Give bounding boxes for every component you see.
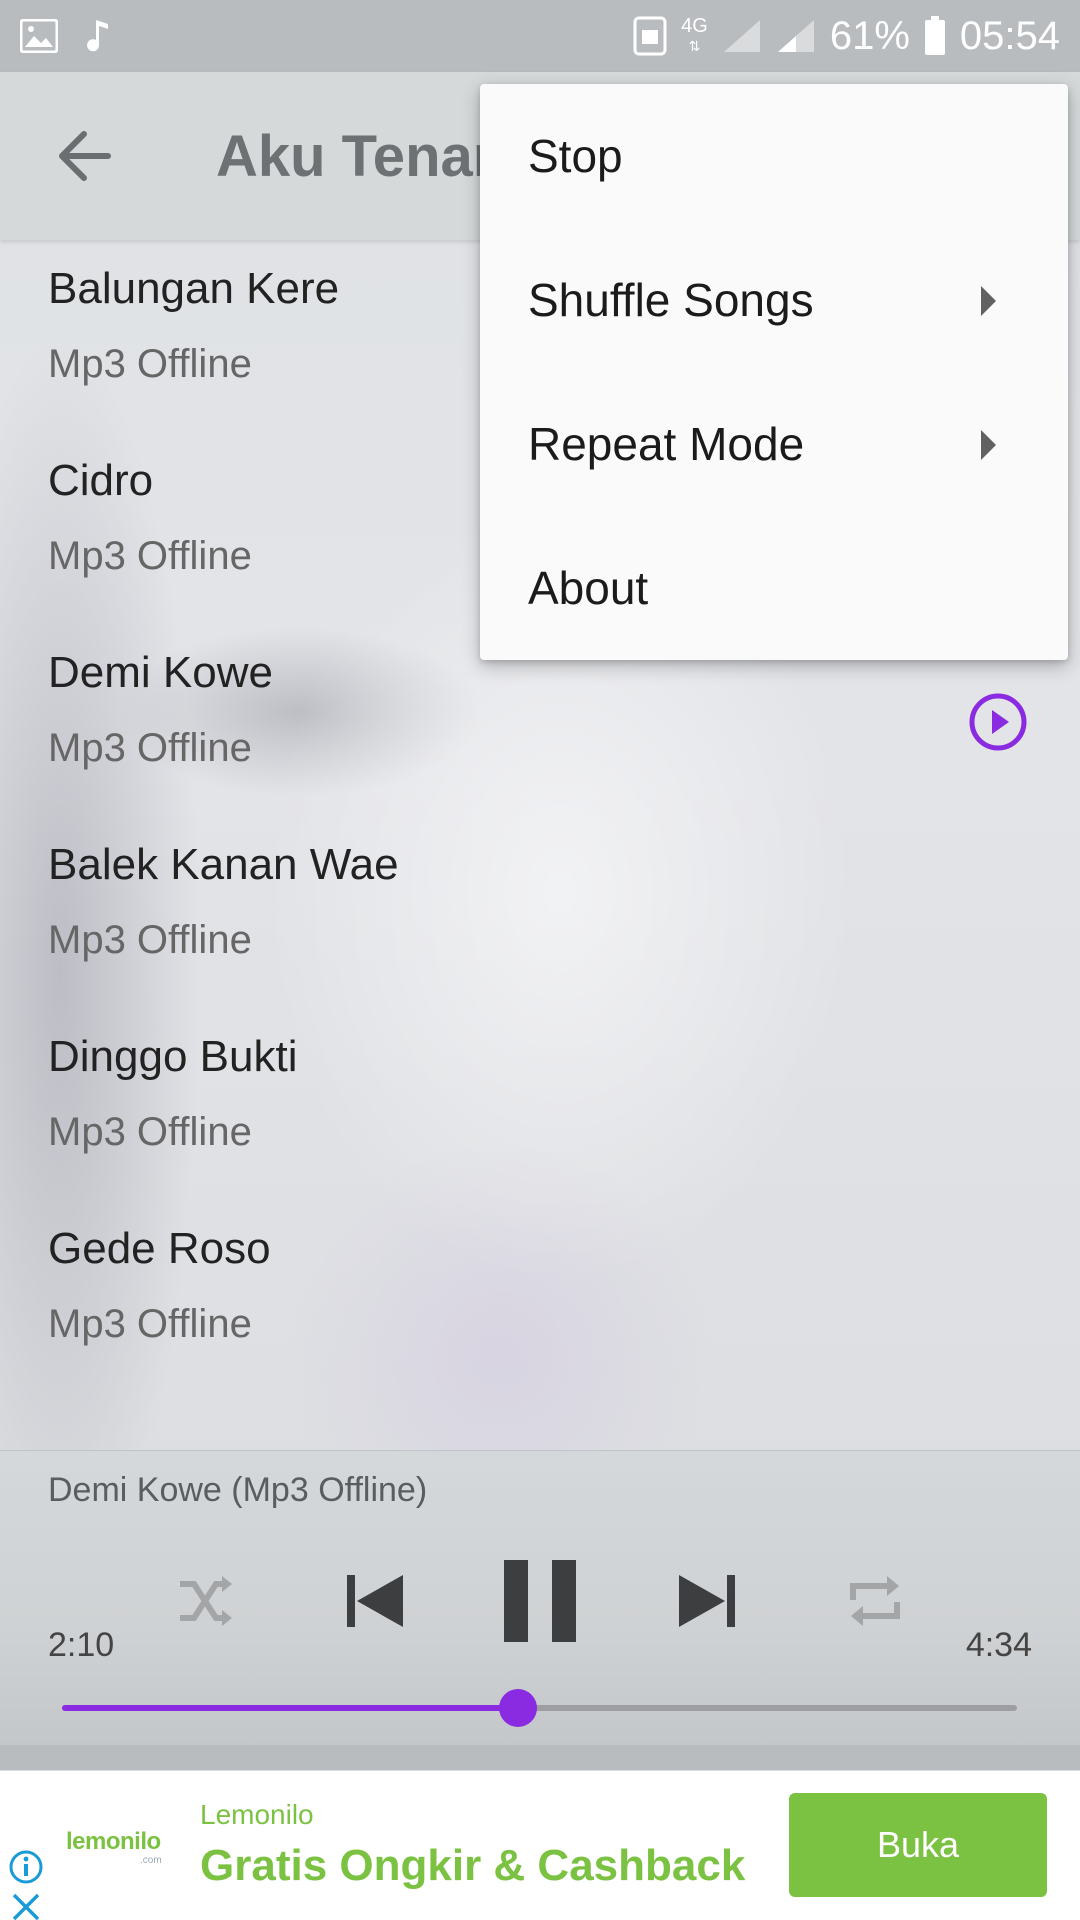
song-title: Gede Roso [48, 1224, 271, 1273]
close-icon[interactable] [10, 1891, 42, 1920]
status-bar: 4G ⇅ 61% 05:54 [0, 0, 1080, 72]
menu-item-repeat-mode[interactable]: Repeat Mode [480, 372, 1068, 516]
seek-progress [62, 1705, 518, 1711]
battery-percent: 61% [829, 13, 910, 58]
menu-item-stop[interactable]: Stop [480, 84, 1068, 228]
skip-next-button[interactable] [662, 1551, 752, 1651]
advertiser-logo: lemonilo [66, 1828, 161, 1855]
song-subtitle: Mp3 Offline [48, 534, 252, 578]
player-panel: Demi Kowe (Mp3 Offline) 2:10 4:34 [0, 1450, 1080, 1745]
song-title: Demi Kowe [48, 648, 273, 697]
4g-icon: 4G ⇅ [681, 15, 708, 54]
battery-icon [924, 16, 946, 56]
skip-next-icon [679, 1575, 735, 1627]
pause-icon [504, 1560, 576, 1642]
song-subtitle: Mp3 Offline [48, 918, 252, 962]
skip-previous-icon [347, 1575, 403, 1627]
advertiser-logo-suffix: .com [140, 1855, 162, 1866]
ad-banner[interactable]: lemonilo .com Lemonilo Gratis Ongkir & C… [0, 1770, 1080, 1920]
song-subtitle: Mp3 Offline [48, 342, 252, 386]
nfc-icon [633, 16, 667, 56]
network-type-label: 4G [681, 15, 708, 37]
overflow-menu: Stop Shuffle Songs Repeat Mode About [480, 84, 1068, 660]
song-title: Balek Kanan Wae [48, 840, 399, 889]
menu-item-label: Shuffle Songs [528, 274, 814, 326]
ad-open-button[interactable]: Buka [789, 1793, 1047, 1897]
menu-item-label: Repeat Mode [528, 418, 805, 470]
menu-item-label: About [528, 562, 649, 614]
info-icon[interactable] [8, 1849, 44, 1885]
now-playing-label: Demi Kowe (Mp3 Offline) [48, 1471, 428, 1509]
player-footer [0, 1745, 1080, 1770]
shuffle-icon [180, 1576, 232, 1626]
seek-thumb[interactable] [498, 1689, 537, 1727]
ad-headline: Gratis Ongkir & Cashback [200, 1841, 746, 1890]
signal-icon [722, 18, 762, 54]
song-list-item[interactable]: Gede Roso Mp3 Offline [0, 1200, 1080, 1392]
song-title: Cidro [48, 456, 154, 505]
song-subtitle: Mp3 Offline [48, 1302, 252, 1346]
submenu-arrow-icon [981, 430, 996, 460]
song-list-item[interactable]: Balek Kanan Wae Mp3 Offline [0, 816, 1080, 1008]
menu-item-about[interactable]: About [480, 516, 1068, 660]
pause-button[interactable] [490, 1551, 590, 1651]
total-duration: 4:34 [965, 1626, 1032, 1664]
elapsed-time: 2:10 [48, 1626, 115, 1664]
menu-item-label: Stop [528, 130, 623, 182]
back-button[interactable] [0, 72, 168, 240]
clock: 05:54 [959, 13, 1060, 58]
menu-item-shuffle-songs[interactable]: Shuffle Songs [480, 228, 1068, 372]
shuffle-button[interactable] [160, 1551, 250, 1651]
signal-icon [776, 18, 816, 54]
arrow-left-icon [59, 131, 111, 181]
song-subtitle: Mp3 Offline [48, 726, 252, 770]
song-title: Balungan Kere [48, 264, 340, 313]
repeat-icon [850, 1576, 900, 1626]
now-playing-icon[interactable] [968, 692, 1028, 752]
song-subtitle: Mp3 Offline [48, 1110, 252, 1154]
seek-bar[interactable] [62, 1689, 1017, 1727]
song-list-item[interactable]: Dinggo Bukti Mp3 Offline [0, 1008, 1080, 1200]
song-title: Dinggo Bukti [48, 1032, 298, 1081]
repeat-button[interactable] [830, 1551, 920, 1651]
image-icon [20, 19, 58, 53]
advertiser-name: Lemonilo [200, 1799, 314, 1830]
submenu-arrow-icon [981, 286, 996, 316]
skip-previous-button[interactable] [330, 1551, 420, 1651]
music-note-icon [84, 18, 110, 54]
